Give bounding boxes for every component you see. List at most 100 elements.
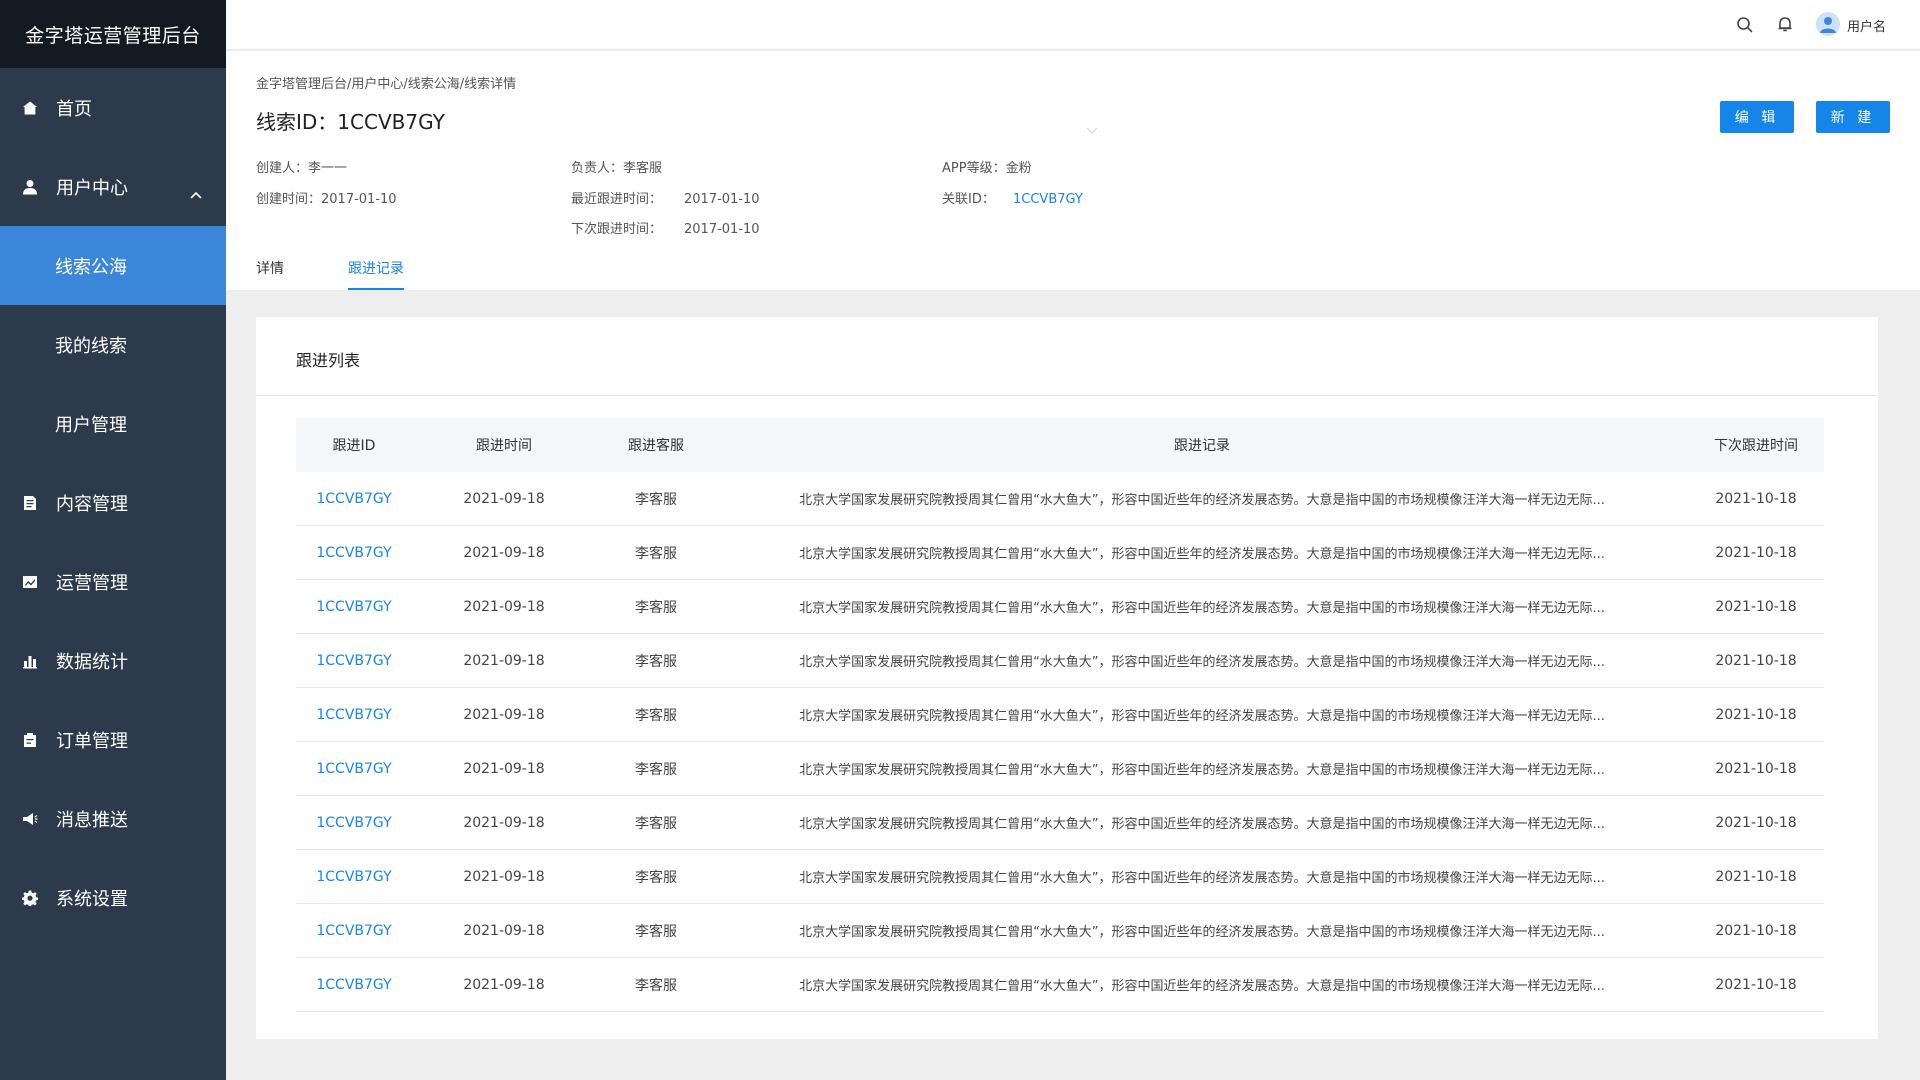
followup-time: 2021-09-18 [463, 544, 545, 561]
related-id-link[interactable]: 1CCVB7GY [1013, 192, 1083, 207]
clipboard-icon [22, 732, 38, 748]
followup-time: 2021-09-18 [463, 976, 545, 993]
tab-details[interactable]: 详情 [256, 258, 284, 288]
followup-record: 北京大学国家发展研究院教授周其仁曾用“水大鱼大”，形容中国近些年的经济发展态势。… [799, 655, 1605, 670]
followup-time: 2021-09-18 [463, 922, 545, 939]
sidebar-item-label: 消息推送 [56, 809, 128, 831]
next-followup-time: 2021-10-18 [1715, 544, 1797, 561]
followup-id-link[interactable]: 1CCVB7GY [296, 977, 412, 993]
field-label: 关联ID： [942, 192, 995, 207]
next-followup-time: 2021-10-18 [1715, 652, 1797, 669]
followup-agent: 李客服 [635, 599, 677, 616]
breadcrumb: 金字塔管理后台/用户中心/线索公海/线索详情 [256, 77, 517, 92]
followup-record: 北京大学国家发展研究院教授周其仁曾用“水大鱼大”，形容中国近些年的经济发展态势。… [799, 925, 1605, 940]
followup-table: 跟进ID 跟进时间 跟进客服 跟进记录 下次跟进时间 1CCVB7GY 2021… [296, 418, 1824, 1012]
followup-id-link[interactable]: 1CCVB7GY [296, 923, 412, 939]
sidebar-item-orders[interactable]: 订单管理 [0, 700, 226, 779]
bell-icon[interactable] [1776, 15, 1794, 33]
sidebar-subitem-leads-pool[interactable]: 线索公海 [0, 226, 226, 305]
column-header: 跟进记录 [1174, 438, 1230, 454]
sidebar-item-label: 数据统计 [56, 651, 128, 673]
followup-id-link[interactable]: 1CCVB7GY [296, 491, 412, 507]
followup-agent: 李客服 [635, 545, 677, 562]
next-followup-time: 2021-10-18 [1715, 490, 1797, 507]
sidebar-subitem-user-management[interactable]: 用户管理 [0, 384, 226, 463]
next-followup-time: 2021-10-18 [1715, 598, 1797, 615]
next-followup-time: 2021-10-18 [1715, 706, 1797, 723]
app-level-field: APP等级：金粉 [942, 157, 1032, 176]
followup-id-link[interactable]: 1CCVB7GY [296, 815, 412, 831]
followup-id-link[interactable]: 1CCVB7GY [296, 761, 412, 777]
created-time-field: 创建时间：2017-01-10 [256, 188, 397, 207]
column-header: 跟进ID [332, 438, 376, 454]
sidebar-item-content[interactable]: 内容管理 [0, 463, 226, 542]
sidebar-item-settings[interactable]: 系统设置 [0, 858, 226, 937]
field-value: 李客服 [623, 161, 663, 176]
chart-line-icon [22, 574, 38, 590]
table-header: 跟进ID 跟进时间 跟进客服 跟进记录 下次跟进时间 [296, 418, 1824, 472]
followup-time: 2021-09-18 [463, 598, 545, 615]
table-row: 1CCVB7GY 2021-09-18 李客服 北京大学国家发展研究院教授周其仁… [296, 472, 1824, 526]
detail-header: 金字塔管理后台/用户中心/线索公海/线索详情 线索ID：1CCVB7GY 编 辑… [226, 51, 1920, 290]
app-title: 金字塔运营管理后台 [0, 0, 226, 68]
avatar[interactable] [1816, 12, 1840, 36]
search-icon[interactable] [1736, 16, 1754, 34]
followup-record: 北京大学国家发展研究院教授周其仁曾用“水大鱼大”，形容中国近些年的经济发展态势。… [799, 817, 1605, 832]
followup-id-link[interactable]: 1CCVB7GY [296, 869, 412, 885]
field-value: 李一一 [308, 161, 348, 176]
followup-agent: 李客服 [635, 977, 677, 994]
followup-record: 北京大学国家发展研究院教授周其仁曾用“水大鱼大”，形容中国近些年的经济发展态势。… [799, 493, 1605, 508]
field-label: APP等级： [942, 161, 1006, 176]
table-row: 1CCVB7GY 2021-09-18 李客服 北京大学国家发展研究院教授周其仁… [296, 958, 1824, 1012]
bar-chart-icon [22, 653, 38, 669]
followup-record: 北京大学国家发展研究院教授周其仁曾用“水大鱼大”，形容中国近些年的经济发展态势。… [799, 547, 1605, 562]
field-label: 创建人： [256, 161, 309, 176]
column-header: 下次跟进时间 [1714, 438, 1798, 454]
sidebar-item-operations[interactable]: 运营管理 [0, 542, 226, 621]
new-button[interactable]: 新 建 [1816, 101, 1890, 133]
sidebar-item-statistics[interactable]: 数据统计 [0, 621, 226, 700]
sidebar-item-label: 首页 [56, 98, 92, 120]
followup-record: 北京大学国家发展研究院教授周其仁曾用“水大鱼大”，形容中国近些年的经济发展态势。… [799, 601, 1605, 616]
top-bar: 用户名 [226, 0, 1920, 50]
field-value: 2017-01-10 [684, 222, 760, 237]
next-followup-time: 2021-10-18 [1715, 922, 1797, 939]
sidebar-item-user-center[interactable]: 用户中心 [0, 147, 226, 226]
followup-record: 北京大学国家发展研究院教授周其仁曾用“水大鱼大”，形容中国近些年的经济发展态势。… [799, 709, 1605, 724]
table-row: 1CCVB7GY 2021-09-18 李客服 北京大学国家发展研究院教授周其仁… [296, 526, 1824, 580]
next-followup-time: 2021-10-18 [1715, 814, 1797, 831]
followup-agent: 李客服 [635, 653, 677, 670]
table-row: 1CCVB7GY 2021-09-18 李客服 北京大学国家发展研究院教授周其仁… [296, 904, 1824, 958]
gear-icon [22, 890, 38, 906]
edit-button[interactable]: 编 辑 [1720, 101, 1794, 133]
followup-time: 2021-09-18 [463, 814, 545, 831]
document-icon [22, 495, 38, 511]
table-row: 1CCVB7GY 2021-09-18 李客服 北京大学国家发展研究院教授周其仁… [296, 796, 1824, 850]
username-label[interactable]: 用户名 [1847, 16, 1886, 35]
sidebar-subitem-my-leads[interactable]: 我的线索 [0, 305, 226, 384]
next-followup-time: 2021-10-18 [1715, 760, 1797, 777]
field-value: 2017-01-10 [321, 192, 397, 207]
column-header: 跟进客服 [628, 438, 684, 454]
field-label: 负责人： [571, 161, 624, 176]
followup-record: 北京大学国家发展研究院教授周其仁曾用“水大鱼大”，形容中国近些年的经济发展态势。… [799, 871, 1605, 886]
followup-time: 2021-09-18 [463, 706, 545, 723]
followup-id-link[interactable]: 1CCVB7GY [296, 653, 412, 669]
divider [256, 395, 1878, 396]
table-row: 1CCVB7GY 2021-09-18 李客服 北京大学国家发展研究院教授周其仁… [296, 580, 1824, 634]
tab-followup-records[interactable]: 跟进记录 [348, 258, 404, 290]
followup-id-link[interactable]: 1CCVB7GY [296, 545, 412, 561]
followup-agent: 李客服 [635, 491, 677, 508]
next-followup-time: 2021-10-18 [1715, 976, 1797, 993]
followup-time: 2021-09-18 [463, 490, 545, 507]
creator-field: 创建人：李一一 [256, 157, 347, 176]
table-row: 1CCVB7GY 2021-09-18 李客服 北京大学国家发展研究院教授周其仁… [296, 634, 1824, 688]
followup-id-link[interactable]: 1CCVB7GY [296, 599, 412, 615]
user-icon [22, 179, 38, 195]
home-icon [22, 100, 38, 116]
sidebar-item-home[interactable]: 首页 [0, 68, 226, 147]
sidebar-item-messages[interactable]: 消息推送 [0, 779, 226, 858]
followup-agent: 李客服 [635, 815, 677, 832]
last-followup-field: 最近跟进时间： 2017-01-10 [571, 188, 760, 207]
followup-id-link[interactable]: 1CCVB7GY [296, 707, 412, 723]
